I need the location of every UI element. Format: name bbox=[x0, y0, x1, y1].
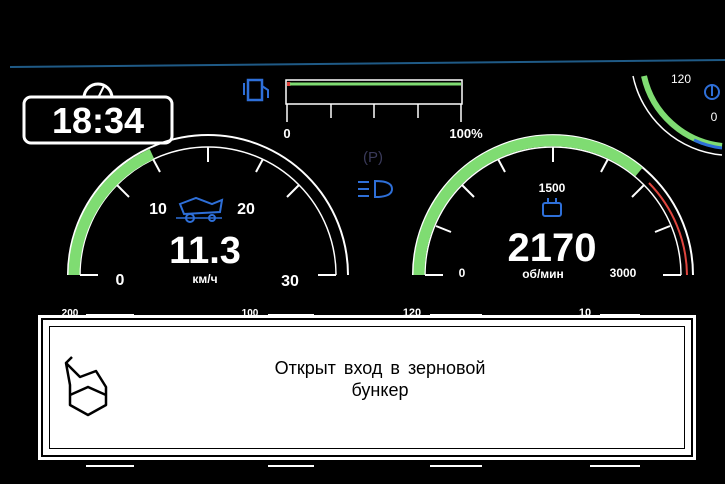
message-line-2: бункер bbox=[351, 380, 409, 400]
speed-value: 11.3 bbox=[169, 230, 241, 272]
fuel-scale-max: 100% bbox=[449, 126, 483, 141]
clock-time: 18:34 bbox=[52, 100, 144, 141]
temp-tick-0: 0 bbox=[711, 110, 718, 124]
parking-brake-indicator: (P) bbox=[363, 149, 383, 166]
speed-tick-30: 30 bbox=[281, 273, 299, 290]
fuel-gauge: 0 100% bbox=[243, 78, 483, 141]
speed-tick-10: 10 bbox=[149, 201, 167, 218]
message-dialog-inner-frame: Открыт вход в зерновой бункер bbox=[49, 326, 685, 449]
clock-panel: 18:34 bbox=[22, 82, 174, 145]
message-text: Открыт вход в зерновой бункер bbox=[200, 357, 560, 401]
speed-tick-0: 0 bbox=[116, 272, 125, 289]
speed-gauge: 0 10 20 30 11.3 км/ч bbox=[67, 134, 349, 290]
low-beam-headlight-icon bbox=[358, 179, 394, 199]
screen-frame-top bbox=[9, 59, 725, 68]
parking-brake-label: (P) bbox=[363, 149, 383, 166]
combine-harvester-icon bbox=[176, 196, 224, 223]
coolant-temperature-icon bbox=[704, 84, 720, 100]
rpm-unit: об/мин bbox=[522, 267, 564, 281]
fuel-bar-fill bbox=[287, 82, 291, 86]
coolant-temperature-gauge: 120 0 bbox=[632, 72, 723, 156]
rpm-tick-3000: 3000 bbox=[610, 266, 637, 280]
fuel-scale-ticks bbox=[286, 104, 462, 122]
rpm-value: 2170 bbox=[508, 226, 597, 270]
speed-tick-20: 20 bbox=[237, 201, 255, 218]
temp-tick-120: 120 bbox=[671, 72, 691, 86]
rpm-gauge: 0 1500 3000 2170 об/мин bbox=[412, 134, 694, 281]
grain-bunker-icon bbox=[64, 356, 108, 417]
engine-icon bbox=[542, 198, 562, 217]
speed-unit: км/ч bbox=[192, 272, 217, 286]
message-line-1: Открыт вход в зерновой bbox=[274, 358, 486, 378]
fuel-pump-icon bbox=[243, 78, 269, 102]
rpm-tick-1500: 1500 bbox=[539, 181, 566, 195]
rpm-tick-0: 0 bbox=[459, 266, 466, 280]
message-dialog: Открыт вход в зерновой бункер bbox=[38, 315, 696, 460]
fuel-scale-min: 0 bbox=[283, 126, 290, 141]
